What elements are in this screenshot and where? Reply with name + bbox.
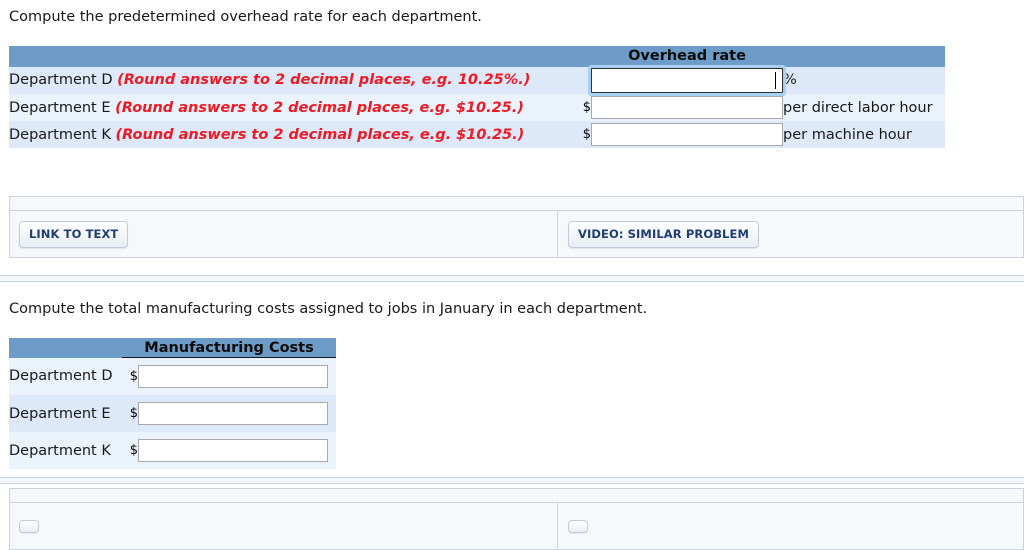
table-row: Department E (Round answers to 2 decimal… — [9, 94, 945, 121]
manufacturing-cost-input-department-e[interactable] — [138, 402, 328, 425]
link-to-text-button[interactable] — [19, 520, 39, 533]
mfg-input-cell — [138, 357, 336, 395]
currency-prefix — [577, 66, 591, 94]
unit-label: per machine hour — [783, 121, 945, 148]
resource-panel-left-cell: LINK TO TEXT — [10, 211, 558, 258]
overhead-row-label-cell: Department D (Round answers to 2 decimal… — [9, 66, 577, 94]
overhead-table-header-row: Overhead rate — [9, 46, 945, 67]
overhead-row-label-cell: Department K (Round answers to 2 decimal… — [9, 121, 577, 148]
mfg-table-header-row: Manufacturing Costs — [9, 338, 336, 358]
resource-panel-top-strip — [10, 197, 1023, 211]
table-row: Department K $ — [9, 432, 336, 469]
manufacturing-cost-input-department-d[interactable] — [138, 365, 328, 388]
rounding-hint: (Round answers to 2 decimal places, e.g.… — [115, 126, 525, 143]
currency-prefix: $ — [577, 121, 591, 148]
mfg-row-label-cell: Department E — [9, 395, 122, 432]
currency-prefix: $ — [122, 395, 138, 432]
overhead-header-spacer — [577, 46, 591, 67]
currency-prefix: $ — [122, 357, 138, 395]
department-label: Department D — [9, 72, 113, 89]
resource-panel-left-cell — [10, 503, 558, 550]
resource-panel-right-cell: VIDEO: SIMILAR PROBLEM — [558, 211, 1023, 258]
section-divider-strip — [0, 275, 1024, 282]
resource-panel-right-cell — [558, 503, 1023, 550]
overhead-input-cell — [591, 94, 783, 121]
mfg-row-label-cell: Department K — [9, 432, 122, 469]
manufacturing-costs-table: Manufacturing Costs Department D $ Depar… — [9, 338, 336, 469]
question-1-prompt: Compute the predetermined overhead rate … — [9, 9, 482, 25]
mfg-row-label-cell: Department D — [9, 357, 122, 395]
overhead-rate-input-department-d[interactable] — [591, 68, 783, 93]
resource-panel-body: LINK TO TEXT VIDEO: SIMILAR PROBLEM — [10, 211, 1023, 258]
overhead-rate-input-department-k[interactable] — [591, 123, 783, 146]
rounding-hint: (Round answers to 2 decimal places, e.g.… — [117, 72, 531, 89]
table-row: Department D (Round answers to 2 decimal… — [9, 66, 945, 94]
unit-label: per direct labor hour — [783, 94, 945, 121]
table-row: Department D $ — [9, 357, 336, 395]
percent-unit-label: % — [783, 66, 945, 94]
link-to-text-button[interactable]: LINK TO TEXT — [19, 221, 129, 248]
question-2-prompt: Compute the total manufacturing costs as… — [9, 301, 648, 317]
resource-panel-body — [10, 503, 1023, 550]
department-label: Department E — [9, 99, 111, 116]
overhead-row-label-cell: Department E (Round answers to 2 decimal… — [9, 94, 577, 121]
overhead-input-cell — [591, 66, 783, 94]
mfg-input-cell — [138, 432, 336, 469]
overhead-rate-column-header: Overhead rate — [591, 46, 783, 67]
overhead-rate-input-department-e[interactable] — [591, 96, 783, 119]
department-label: Department K — [9, 126, 111, 143]
rounding-hint: (Round answers to 2 decimal places, e.g.… — [115, 99, 524, 116]
manufacturing-costs-column-header: Manufacturing Costs — [122, 338, 336, 358]
resource-panel-top-strip — [10, 489, 1023, 503]
overhead-header-blank-right — [783, 46, 945, 67]
overhead-input-cell — [591, 121, 783, 148]
table-row: Department E $ — [9, 395, 336, 432]
resource-panel: LINK TO TEXT VIDEO: SIMILAR PROBLEM — [9, 196, 1024, 258]
overhead-rate-table: Overhead rate Department D (Round answer… — [9, 46, 945, 148]
table-row: Department K (Round answers to 2 decimal… — [9, 121, 945, 148]
mfg-input-cell — [138, 395, 336, 432]
manufacturing-cost-input-department-k[interactable] — [138, 439, 328, 462]
resource-panel — [9, 488, 1024, 550]
currency-prefix: $ — [577, 94, 591, 121]
text-caret — [775, 72, 776, 89]
mfg-header-blank — [9, 338, 122, 358]
section-divider-strip — [0, 477, 1024, 484]
currency-prefix: $ — [122, 432, 138, 469]
video-similar-problem-button[interactable] — [568, 520, 588, 533]
video-similar-problem-button[interactable]: VIDEO: SIMILAR PROBLEM — [568, 221, 759, 248]
overhead-header-blank — [9, 46, 577, 67]
